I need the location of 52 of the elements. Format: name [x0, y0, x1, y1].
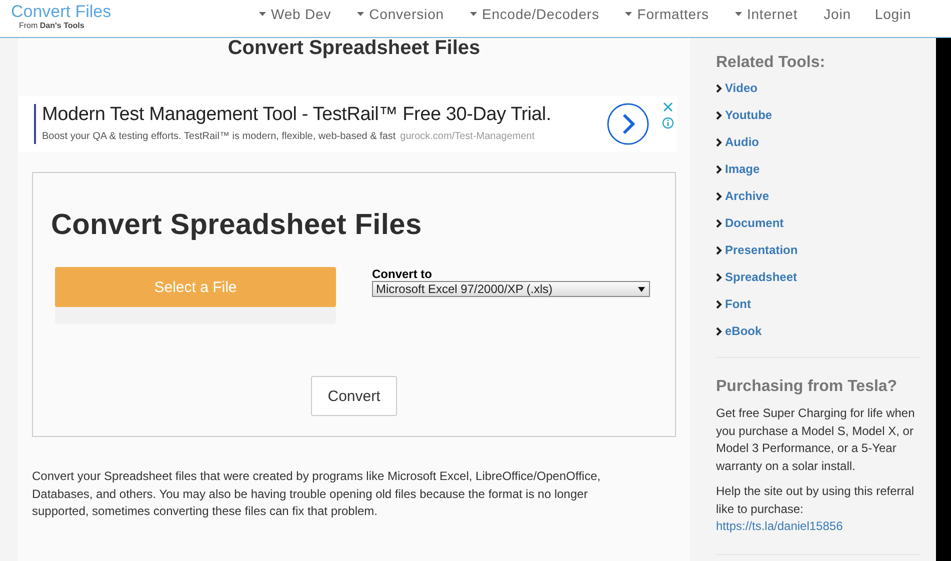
related-tool-link[interactable]: Youtube — [716, 107, 920, 123]
format-dropdown[interactable]: Microsoft Excel 97/2000/XP (.xls) — [372, 281, 650, 297]
chevron-icon — [716, 246, 722, 254]
chevron-icon — [716, 192, 722, 200]
caret-icon — [357, 12, 364, 16]
converter-title: Convert Spreadsheet Files — [51, 209, 422, 241]
ad-url[interactable]: gurock.com/Test-Management — [400, 131, 535, 142]
related-tool-link[interactable]: eBook — [716, 323, 920, 339]
close-icon[interactable] — [663, 102, 673, 112]
caret-icon — [259, 12, 266, 16]
nav-menu[interactable]: Conversion — [357, 6, 444, 22]
nav-menu[interactable]: Web Dev — [259, 6, 332, 22]
related-tool-link[interactable]: Spreadsheet — [716, 269, 920, 285]
caret-icon — [470, 12, 477, 16]
convert-button[interactable]: Convert — [311, 376, 397, 416]
chevron-icon — [716, 110, 722, 120]
ad-headline: Modern Test Management Tool - TestRail™ Free 30-Day Trial. — [42, 104, 552, 126]
nav-menu[interactable]: Encode/Decoders — [470, 6, 600, 22]
related-tool-link[interactable]: Document — [716, 215, 920, 231]
caret-icon — [625, 12, 632, 16]
site-logo[interactable]: Convert Files — [11, 2, 241, 21]
sidebar-heading: Purchasing from Tesla? — [716, 378, 898, 396]
chevron-icon — [716, 300, 722, 308]
site-tagline: From Dan's Tools — [19, 21, 86, 30]
ad-banner[interactable]: Modern Test Management Tool - TestRail™ Free 30-Day Trial. Boost your QA & testing efforts. TestRail™ is modern, flexible, web-based & fast gurock.com/Test-Management — [18, 96, 677, 152]
related-tool-link[interactable]: Image — [716, 161, 920, 177]
chevron-icon — [716, 218, 722, 228]
related-tool-link[interactable]: Archive — [716, 188, 920, 204]
chevron-icon — [716, 84, 722, 92]
referral-link[interactable]: https://ts.la/daniel15856 — [716, 519, 843, 533]
chevron-icon — [716, 272, 722, 282]
referral-text: Help the site out by using this referral like to purchase: — [716, 484, 914, 516]
convert-to-label: Convert to — [372, 267, 433, 281]
chevron-icon — [716, 326, 722, 336]
nav-link[interactable]: Join — [824, 6, 851, 22]
promo-text: Get free Super Charging for life when you purchase a Model S, Model X, or Model 3 Performance, or a 5-Year warranty on a solar install. — [716, 405, 916, 474]
sidebar-heading: Related Tools: — [716, 54, 826, 72]
related-tool-link[interactable]: Font — [716, 296, 920, 312]
description-text: Convert your Spreadsheet files that were created by programs like Microsoft Excel, LibreOffice/OpenOffice, Databases, and others. You may also be having trouble opening old files because the format is no longer supported, sometimes converting these files can fix that problem. — [32, 468, 602, 520]
page-title: Convert Spreadsheet Files — [228, 37, 480, 59]
chevron-icon — [716, 138, 722, 146]
chevron-icon — [716, 164, 722, 174]
nav-link[interactable]: Login — [874, 6, 912, 22]
ad-body: Boost your QA & testing efforts. TestRail™ is modern, flexible, web-based & fast — [42, 131, 396, 142]
nav-menu[interactable]: Internet — [734, 6, 798, 22]
dropdown-icon — [638, 286, 645, 292]
caret-icon — [734, 12, 742, 16]
info-icon[interactable] — [662, 117, 674, 129]
related-tool-link[interactable]: Audio — [716, 134, 920, 150]
related-tool-link[interactable]: Video — [716, 80, 920, 96]
related-tool-link[interactable]: Presentation — [716, 242, 920, 258]
nav-menu[interactable]: Formatters — [625, 6, 709, 22]
